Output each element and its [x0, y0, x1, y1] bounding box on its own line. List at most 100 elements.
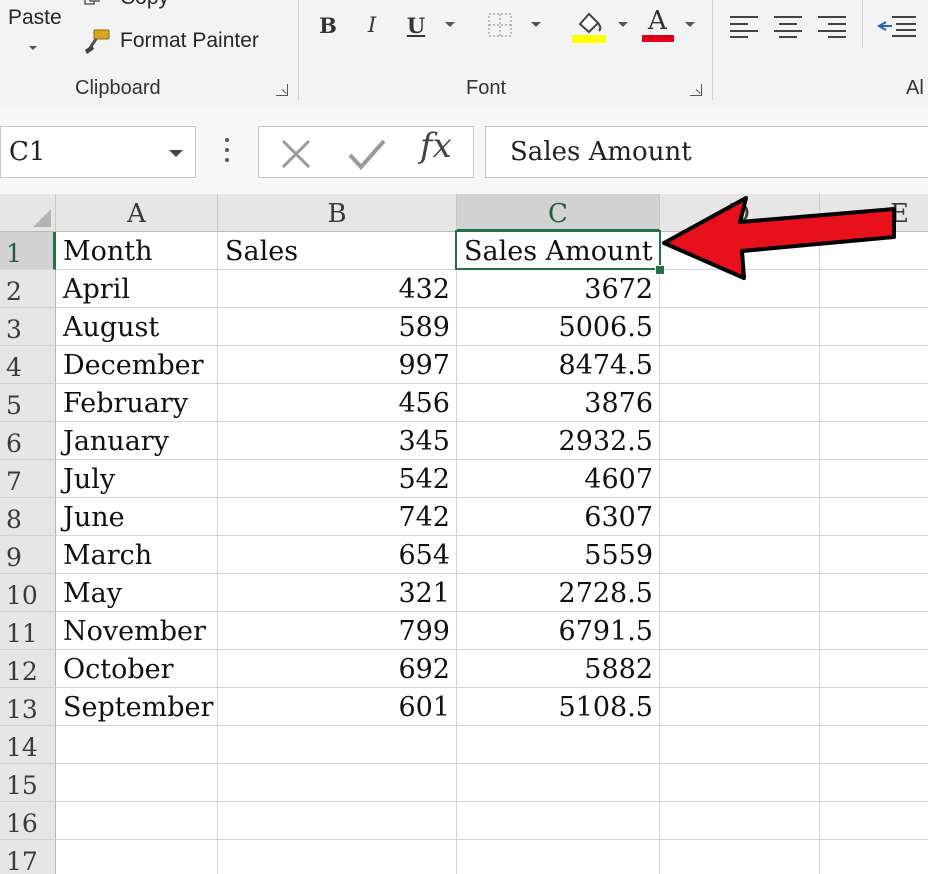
cell-sales-amount[interactable]: 6791.5	[457, 612, 660, 650]
cell-empty[interactable]	[820, 422, 928, 460]
cell-month[interactable]: April	[56, 270, 218, 308]
cell-empty[interactable]	[660, 764, 820, 802]
row-header[interactable]: 14	[0, 726, 56, 764]
row-header[interactable]: 16	[0, 802, 56, 840]
cell-empty[interactable]	[660, 726, 820, 764]
cell-empty[interactable]	[218, 840, 457, 874]
column-header-c[interactable]: C	[457, 194, 660, 232]
cell-sales[interactable]: 997	[218, 346, 457, 384]
row-header[interactable]: 7	[0, 460, 56, 498]
cell-empty[interactable]	[820, 650, 928, 688]
borders-button[interactable]	[487, 12, 513, 38]
row-header[interactable]: 10	[0, 574, 56, 612]
cancel-icon[interactable]	[279, 137, 313, 171]
select-all-icon[interactable]	[0, 194, 56, 232]
cell-sales-amount[interactable]: 5882	[457, 650, 660, 688]
row-header[interactable]: 9	[0, 536, 56, 574]
cell-month[interactable]: July	[56, 460, 218, 498]
cell-empty[interactable]	[660, 650, 820, 688]
borders-dropdown-icon[interactable]	[531, 22, 541, 27]
cell-sales[interactable]: 799	[218, 612, 457, 650]
cell-month[interactable]: October	[56, 650, 218, 688]
cell-empty[interactable]	[820, 308, 928, 346]
header-cell-month[interactable]: Month	[56, 232, 218, 270]
cell-empty[interactable]	[457, 840, 660, 874]
cell-sales-amount[interactable]: 5006.5	[457, 308, 660, 346]
cell-month[interactable]: March	[56, 536, 218, 574]
row-header[interactable]: 13	[0, 688, 56, 726]
more-options-icon[interactable]	[224, 136, 230, 166]
cell-empty[interactable]	[820, 384, 928, 422]
formula-input[interactable]: Sales Amount	[485, 126, 928, 178]
fill-color-dropdown-icon[interactable]	[618, 22, 628, 27]
row-header[interactable]: 1	[0, 232, 56, 270]
cell-empty[interactable]	[820, 460, 928, 498]
fill-color-button[interactable]	[570, 8, 610, 44]
cell-month[interactable]: August	[56, 308, 218, 346]
cell-sales[interactable]: 654	[218, 536, 457, 574]
header-cell-sales-amount[interactable]: Sales Amount	[457, 232, 660, 270]
cell-empty[interactable]	[660, 384, 820, 422]
column-header-a[interactable]: A	[56, 194, 218, 232]
cell-empty[interactable]	[820, 726, 928, 764]
align-left-icon[interactable]	[730, 14, 758, 38]
column-header-b[interactable]: B	[218, 194, 457, 232]
cell-empty[interactable]	[56, 840, 218, 874]
cell-sales-amount[interactable]: 4607	[457, 460, 660, 498]
row-header[interactable]: 4	[0, 346, 56, 384]
cell-empty[interactable]	[820, 574, 928, 612]
chevron-down-icon[interactable]	[169, 150, 183, 157]
cell-empty[interactable]	[457, 802, 660, 840]
cell-empty[interactable]	[660, 840, 820, 874]
cell-month[interactable]: January	[56, 422, 218, 460]
cell-sales-amount[interactable]: 2728.5	[457, 574, 660, 612]
row-header[interactable]: 8	[0, 498, 56, 536]
name-box[interactable]: C1	[0, 126, 196, 178]
cell-sales[interactable]: 456	[218, 384, 457, 422]
underline-button[interactable]: U	[402, 8, 430, 42]
cell-empty[interactable]	[820, 536, 928, 574]
cell-month[interactable]: June	[56, 498, 218, 536]
cell-month[interactable]: November	[56, 612, 218, 650]
cell-empty[interactable]	[660, 688, 820, 726]
italic-button[interactable]: I	[358, 8, 386, 42]
cell-sales[interactable]: 742	[218, 498, 457, 536]
font-launcher-icon[interactable]	[690, 84, 702, 96]
cell-sales[interactable]: 589	[218, 308, 457, 346]
cell-sales-amount[interactable]: 3672	[457, 270, 660, 308]
cell-empty[interactable]	[56, 726, 218, 764]
cell-month[interactable]: September	[56, 688, 218, 726]
cell-empty[interactable]	[820, 764, 928, 802]
decrease-indent-icon[interactable]	[876, 14, 916, 38]
bold-button[interactable]: B	[314, 8, 342, 42]
underline-dropdown-icon[interactable]	[445, 22, 455, 27]
align-center-icon[interactable]	[774, 14, 802, 38]
cell-empty[interactable]	[218, 726, 457, 764]
cell-sales[interactable]: 692	[218, 650, 457, 688]
clipboard-launcher-icon[interactable]	[276, 84, 288, 96]
chevron-down-icon[interactable]	[29, 46, 37, 50]
enter-icon[interactable]	[347, 137, 387, 171]
cell-empty[interactable]	[660, 498, 820, 536]
row-header[interactable]: 3	[0, 308, 56, 346]
cell-sales-amount[interactable]: 5108.5	[457, 688, 660, 726]
row-header[interactable]: 12	[0, 650, 56, 688]
header-cell-sales[interactable]: Sales	[218, 232, 457, 270]
font-color-dropdown-icon[interactable]	[685, 22, 695, 27]
cell-empty[interactable]	[820, 346, 928, 384]
cell-empty[interactable]	[660, 536, 820, 574]
cell-sales-amount[interactable]: 5559	[457, 536, 660, 574]
cell-empty[interactable]	[457, 726, 660, 764]
cell-empty[interactable]	[820, 612, 928, 650]
insert-function-icon[interactable]: fx	[420, 126, 452, 166]
row-header[interactable]: 17	[0, 840, 56, 874]
row-header[interactable]: 6	[0, 422, 56, 460]
cell-empty[interactable]	[820, 802, 928, 840]
cell-empty[interactable]	[218, 764, 457, 802]
format-painter-button[interactable]: Format Painter	[80, 26, 285, 58]
cell-empty[interactable]	[56, 764, 218, 802]
cell-empty[interactable]	[820, 688, 928, 726]
cell-empty[interactable]	[457, 764, 660, 802]
cell-empty[interactable]	[660, 460, 820, 498]
cell-sales-amount[interactable]: 6307	[457, 498, 660, 536]
